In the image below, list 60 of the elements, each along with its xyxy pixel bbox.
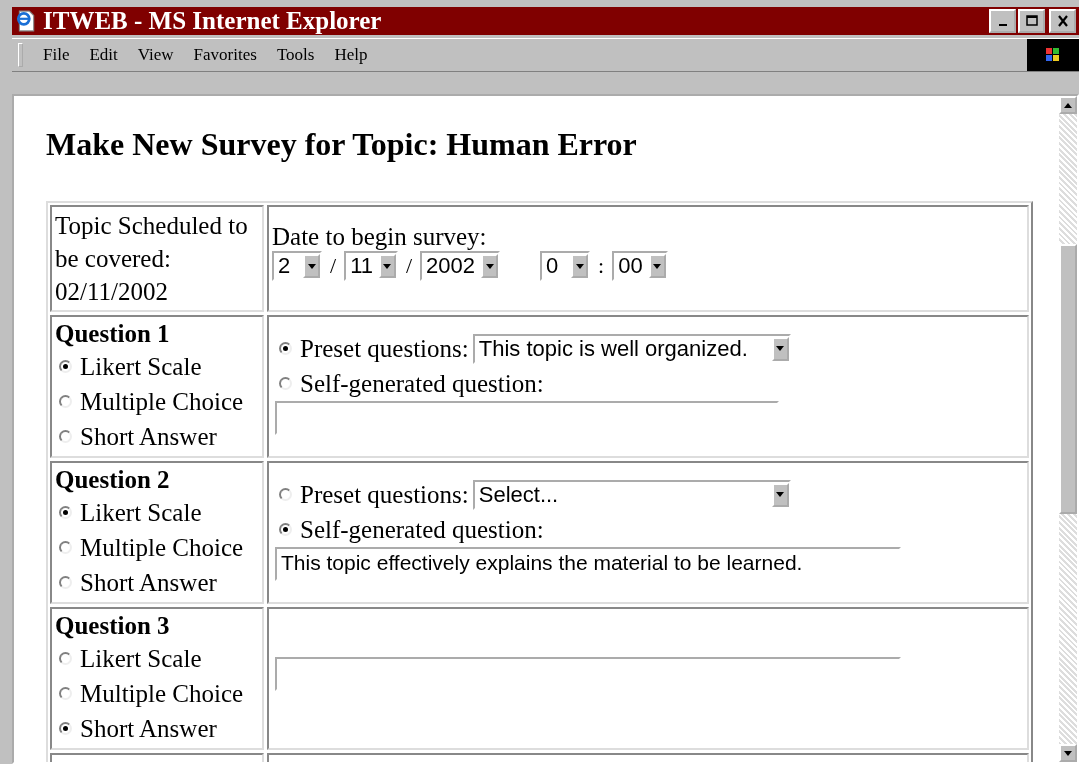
date-separator: / <box>330 253 337 279</box>
date-dropdown[interactable]: 2 <box>272 251 322 281</box>
question-type-option[interactable]: Likert Scale <box>55 495 259 530</box>
minimize-button[interactable] <box>989 9 1016 33</box>
preset-option[interactable]: Preset questions: <box>275 331 469 366</box>
close-icon <box>1055 15 1070 27</box>
up-arrow-icon <box>1064 102 1072 108</box>
minimize-icon <box>998 24 1007 26</box>
scroll-thumb[interactable] <box>1059 244 1077 514</box>
question-type-option[interactable]: Short Answer <box>55 711 259 746</box>
vertical-scrollbar[interactable] <box>1059 96 1077 762</box>
question-type-option[interactable]: Short Answer <box>55 565 259 600</box>
question-title: Question 3 <box>55 611 171 641</box>
close-button[interactable] <box>1049 9 1076 33</box>
question-title: Question 2 <box>55 465 171 495</box>
maximize-icon <box>1024 15 1039 27</box>
menu-item[interactable]: Help <box>334 45 368 65</box>
self-generated-option[interactable]: Self-generated question: <box>275 366 544 401</box>
caret-icon <box>575 263 584 269</box>
menu-item[interactable]: Tools <box>276 45 315 65</box>
scroll-down-button[interactable] <box>1059 744 1077 762</box>
question-type-option[interactable]: Likert Scale <box>55 349 259 384</box>
date-dropdown[interactable]: 2002 <box>420 251 501 281</box>
caret-icon <box>383 263 392 269</box>
menu-item[interactable]: Favorites <box>193 45 257 65</box>
preset-dropdown[interactable]: Select... <box>472 479 791 510</box>
question-type-option[interactable]: Likert Scale <box>55 641 259 676</box>
date-dropdown[interactable]: 11 <box>344 251 398 281</box>
preset-dropdown[interactable]: This topic is well organized. <box>472 333 791 364</box>
date-dropdown[interactable]: 00 <box>612 251 668 281</box>
question-type-option[interactable]: Multiple Choice <box>55 676 259 711</box>
date-label: Date to begin survey: <box>272 223 488 251</box>
question-type-option[interactable]: Multiple Choice <box>55 384 259 419</box>
windows-logo-icon <box>1027 39 1079 71</box>
question-field[interactable] <box>275 657 901 691</box>
menu-item[interactable]: View <box>137 45 174 65</box>
self-generated-option[interactable]: Self-generated question: <box>275 512 544 547</box>
browser-page-icon <box>15 10 37 32</box>
caret-icon <box>307 263 316 269</box>
caret-icon <box>485 263 494 269</box>
question-field[interactable] <box>275 401 779 435</box>
date-dropdown[interactable]: 0 <box>540 251 591 281</box>
question-type-option[interactable]: Short Answer <box>55 419 259 454</box>
schedule-text: Topic Scheduled to be covered: 02/11/2002 <box>55 211 249 307</box>
caret-icon <box>776 346 785 351</box>
date-separator: / <box>405 253 413 279</box>
scroll-up-button[interactable] <box>1059 96 1077 114</box>
menu-item[interactable]: File <box>43 45 70 65</box>
caret-icon <box>776 492 785 497</box>
menu-item[interactable]: Edit <box>89 45 118 65</box>
maximize-button[interactable] <box>1018 9 1045 33</box>
preset-option[interactable]: Preset questions: <box>275 477 469 512</box>
page-heading: Make New Survey for Topic: Human Error <box>46 126 638 163</box>
date-separator: : <box>598 253 605 279</box>
question-field[interactable]: This topic effectively explains the material to be learned. <box>275 547 901 581</box>
question-type-option[interactable]: Multiple Choice <box>55 530 259 565</box>
caret-icon <box>653 263 662 269</box>
question-title: Question 1 <box>55 319 171 349</box>
down-arrow-icon <box>1064 750 1072 756</box>
window-title: ITWEB - MS Internet Explorer <box>43 7 382 35</box>
